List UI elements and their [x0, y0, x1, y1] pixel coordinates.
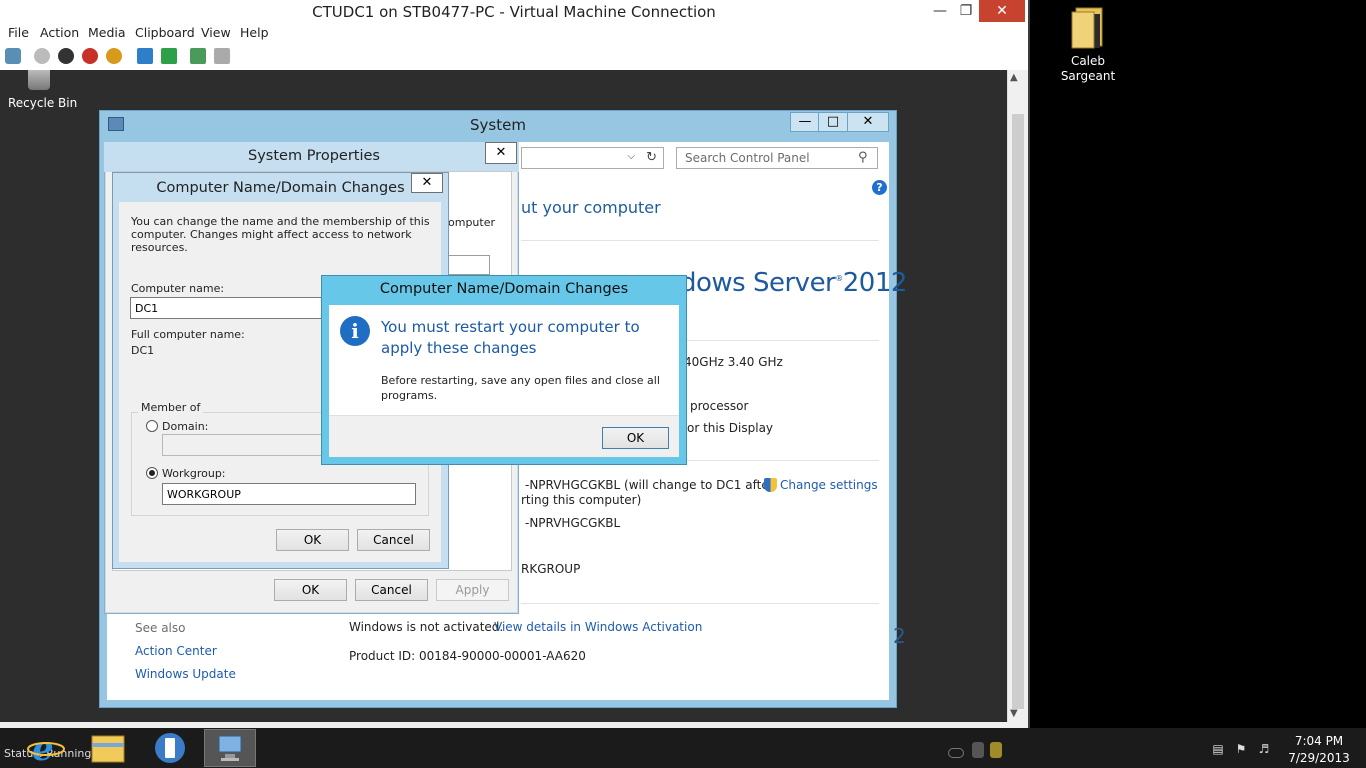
close-button[interactable]: ✕	[979, 0, 1025, 22]
lock-icon	[990, 742, 1002, 758]
partial-digit: 2	[893, 624, 906, 648]
activation-link[interactable]: View details in Windows Activation	[494, 620, 702, 634]
full-computer-name-label: Full computer name:	[131, 328, 245, 341]
computer-name-dialog-title: Computer Name/Domain Changes	[156, 180, 405, 196]
partial-label: omputer	[448, 216, 496, 229]
system-window-title: System	[470, 116, 526, 134]
vm-window-title: CTUDC1 on STB0477-PC - Virtual Machine C…	[312, 3, 716, 21]
pause-icon[interactable]	[137, 48, 153, 64]
volume-icon[interactable]: ♬	[1257, 742, 1271, 756]
message-box-main-text: You must restart your computer to apply …	[381, 318, 640, 357]
display-text: or this Display	[687, 421, 774, 435]
svg-text:e: e	[32, 729, 54, 767]
host-folder-label: Caleb Sargeant	[1060, 54, 1116, 83]
computer-name-description: You can change the name and the membersh…	[131, 215, 430, 254]
domain-input[interactable]	[162, 434, 322, 456]
workgroup-input[interactable]: WORKGROUP	[162, 483, 416, 505]
keyboard-icon	[948, 748, 964, 758]
address-bar[interactable]: ⌵ ↻	[521, 147, 664, 169]
message-box-ok-button[interactable]: OK	[602, 427, 669, 449]
scroll-down-icon[interactable]: ▼	[1010, 708, 1018, 719]
action-center-link[interactable]: Action Center	[135, 644, 217, 658]
workgroup-radio[interactable]	[146, 467, 158, 479]
system-properties-title: System Properties	[248, 148, 380, 164]
menu-view[interactable]: View	[201, 25, 231, 40]
windows-update-link[interactable]: Windows Update	[135, 667, 236, 681]
clock-date[interactable]: 7/29/2013	[1284, 751, 1354, 765]
menu-help[interactable]: Help	[240, 25, 269, 40]
server-manager-icon[interactable]	[146, 729, 194, 767]
shield-icon	[764, 478, 777, 492]
internet-explorer-icon[interactable]: e	[22, 729, 70, 768]
computer-name-label: Computer name:	[131, 282, 225, 295]
vertical-scrollbar[interactable]	[1007, 70, 1028, 722]
domain-label: Domain:	[162, 420, 209, 433]
revert-icon[interactable]	[214, 48, 230, 64]
processor-speed: 40GHz 3.40 GHz	[684, 355, 783, 369]
flag-icon[interactable]: ⚑	[1234, 742, 1248, 756]
see-also-label: See also	[135, 621, 186, 635]
clock-time[interactable]: 7:04 PM	[1284, 734, 1354, 748]
menu-clipboard[interactable]: Clipboard	[135, 25, 195, 40]
menu-file[interactable]: File	[8, 25, 29, 40]
full-computer-name-value: DC1	[131, 344, 155, 357]
workgroup-label: Workgroup:	[162, 467, 226, 480]
lock-icon	[972, 742, 984, 758]
system-heading: ut your computer	[521, 198, 661, 217]
computer-name-note-2: rting this computer)	[521, 493, 642, 507]
divider	[521, 240, 879, 241]
help-icon[interactable]: ?	[872, 180, 887, 195]
folder-icon	[1070, 6, 1106, 50]
message-box-sub-text: Before restarting, save any open files a…	[381, 374, 660, 402]
scroll-up-icon[interactable]: ▲	[1010, 72, 1018, 83]
activation-status: Windows is not activated.	[349, 620, 504, 634]
change-settings-link[interactable]: Change settings	[780, 478, 878, 492]
menu-action[interactable]: Action	[40, 25, 79, 40]
menu-media[interactable]: Media	[88, 25, 126, 40]
system-properties-close-button[interactable]: ✕	[485, 142, 517, 164]
start-icon[interactable]	[34, 48, 50, 64]
message-box-title: Computer Name/Domain Changes	[379, 281, 629, 297]
save-state-icon[interactable]	[106, 48, 122, 64]
turn-off-icon[interactable]	[58, 48, 74, 64]
search-input[interactable]: Search Control Panel	[676, 147, 878, 169]
shutdown-icon[interactable]	[82, 48, 98, 64]
cn-cancel-button[interactable]: Cancel	[357, 529, 430, 551]
system-close-button[interactable]: ✕	[847, 112, 889, 132]
partial-input	[448, 255, 490, 275]
system-minimize-button[interactable]: —	[790, 112, 820, 132]
recycle-bin-label: Recycle Bin	[8, 96, 78, 110]
domain-radio[interactable]	[146, 420, 158, 432]
search-icon[interactable]: ⚲	[858, 150, 868, 165]
computer-name-input[interactable]: DC1	[130, 297, 325, 319]
ctrl-alt-del-icon[interactable]	[5, 48, 21, 64]
sp-cancel-button[interactable]: Cancel	[355, 579, 428, 601]
network-icon[interactable]: ▤	[1211, 742, 1225, 756]
processor-type: processor	[690, 399, 749, 413]
recycle-bin-icon[interactable]	[28, 70, 50, 90]
cn-ok-button[interactable]: OK	[276, 529, 349, 551]
product-id: Product ID: 00184-90000-00001-AA620	[349, 649, 586, 663]
restore-button[interactable]: ❐	[953, 0, 979, 22]
system-window-taskbar-button[interactable]	[204, 729, 256, 767]
vm-toolbar	[0, 44, 1028, 70]
snapshot-icon[interactable]	[190, 48, 206, 64]
reset-icon[interactable]	[161, 48, 177, 64]
computer-name-note: -NPRVHGCGKBL (will change to DC1 after	[525, 478, 774, 492]
host-folder-shortcut[interactable]: Caleb Sargeant	[1058, 6, 1118, 84]
system-maximize-button[interactable]: □	[818, 112, 848, 132]
refresh-icon[interactable]: ↻	[646, 150, 657, 165]
divider	[521, 603, 879, 604]
computer-name-close-button[interactable]: ✕	[411, 173, 443, 193]
sp-apply-button[interactable]: Apply	[436, 579, 509, 601]
full-name-value: -NPRVHGCGKBL	[525, 516, 621, 530]
member-of-label: Member of	[138, 401, 204, 414]
info-icon: i	[340, 316, 370, 346]
sp-ok-button[interactable]: OK	[274, 579, 347, 601]
file-explorer-icon[interactable]	[84, 729, 132, 767]
minimize-button[interactable]: —	[927, 0, 953, 22]
host-desktop	[1030, 0, 1366, 728]
workgroup-value: RKGROUP	[521, 562, 581, 576]
chevron-down-icon[interactable]: ⌵	[627, 151, 635, 162]
